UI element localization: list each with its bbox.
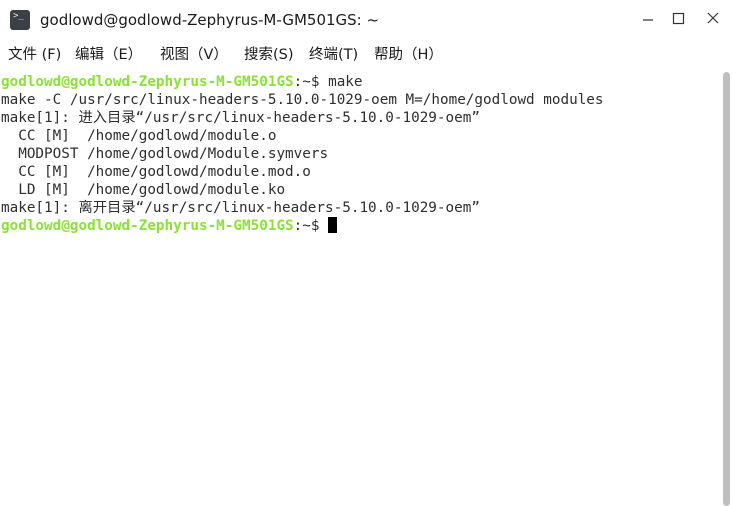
scrollbar-thumb[interactable] xyxy=(723,72,730,506)
close-icon xyxy=(707,12,719,24)
terminal-window: >_ godlowd@godlowd-Zephyrus-M-GM501GS: ~… xyxy=(0,0,732,506)
command-text: make xyxy=(328,74,363,90)
terminal-line: MODPOST /home/godlowd/Module.symvers xyxy=(1,146,329,162)
minimize-button[interactable] xyxy=(636,8,660,30)
title-bar[interactable]: >_ godlowd@godlowd-Zephyrus-M-GM501GS: ~ xyxy=(0,0,732,38)
scrollbar[interactable] xyxy=(722,72,732,506)
terminal-line: make[1]: 进入目录“/usr/src/linux-headers-5.1… xyxy=(1,110,480,126)
text-cursor xyxy=(328,217,338,233)
menu-bar: 文件 (F) 编辑（E） 视图（V） 搜索(S) 终端(T) 帮助（H） xyxy=(0,38,732,72)
minimize-icon xyxy=(643,19,653,21)
terminal-line: LD [M] /home/godlowd/module.ko xyxy=(1,182,286,198)
menu-file[interactable]: 文件 (F) xyxy=(8,45,61,65)
prompt-user: godlowd@godlowd-Zephyrus-M-GM501GS xyxy=(1,74,294,90)
window-title: godlowd@godlowd-Zephyrus-M-GM501GS: ~ xyxy=(40,11,380,29)
maximize-icon xyxy=(672,12,685,25)
menu-search[interactable]: 搜索(S) xyxy=(244,45,294,65)
terminal-line: godlowd@godlowd-Zephyrus-M-GM501GS:~$ ma… xyxy=(1,73,363,91)
terminal-line: make[1]: 离开目录“/usr/src/linux-headers-5.1… xyxy=(1,200,480,216)
terminal-line: godlowd@godlowd-Zephyrus-M-GM501GS:~$ xyxy=(1,217,338,235)
terminal-line: CC [M] /home/godlowd/module.mod.o xyxy=(1,164,311,180)
terminal-icon: >_ xyxy=(10,10,30,30)
menu-terminal[interactable]: 终端(T) xyxy=(309,45,358,65)
prompt-suffix: :~$ xyxy=(293,74,329,90)
close-button[interactable] xyxy=(701,8,725,30)
maximize-button[interactable] xyxy=(667,8,691,30)
terminal-line: make -C /usr/src/linux-headers-5.10.0-10… xyxy=(1,92,604,108)
menu-view[interactable]: 视图（V） xyxy=(160,45,228,65)
menu-help[interactable]: 帮助（H） xyxy=(374,45,443,65)
prompt-user: godlowd@godlowd-Zephyrus-M-GM501GS xyxy=(1,218,294,234)
prompt-suffix: :~$ xyxy=(293,218,329,234)
terminal-line: CC [M] /home/godlowd/module.o xyxy=(1,128,277,144)
terminal-output[interactable]: godlowd@godlowd-Zephyrus-M-GM501GS:~$ ma… xyxy=(0,72,722,506)
menu-edit[interactable]: 编辑（E） xyxy=(75,45,142,65)
